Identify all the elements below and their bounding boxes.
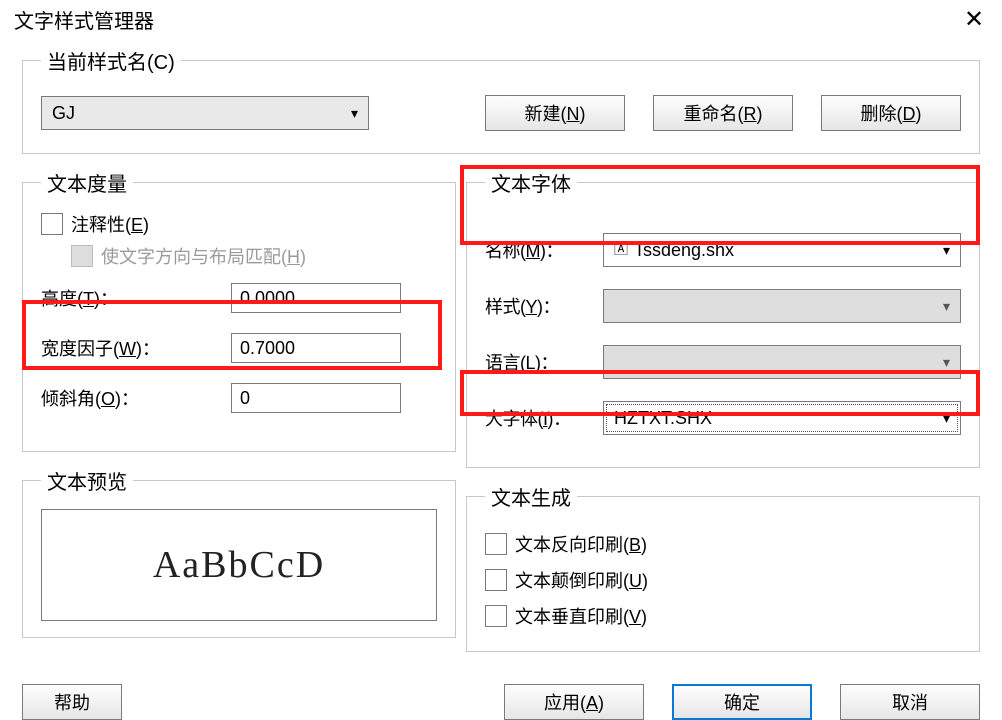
backwards-label: 文本反向印刷(B) — [515, 531, 647, 557]
width-input[interactable]: 0.7000 — [231, 333, 401, 363]
bottom-bar: 帮助 应用(A) 确定 取消 — [22, 684, 980, 720]
new-style-button[interactable]: 新建(N) — [485, 95, 625, 131]
left-column: 文本度量 注释性(E) 使文字方向与布局匹配(H) 高度(T)： 0.0000 — [22, 168, 456, 652]
font-name-row: 名称(M)： 🄰 Tssdeng.shx ▾ — [485, 233, 961, 267]
apply-button[interactable]: 应用(A) — [504, 684, 644, 720]
font-style-select: ▾ — [603, 289, 961, 323]
group-font: 文本字体 名称(M)： 🄰 Tssdeng.shx ▾ 样式(Y)： — [466, 168, 980, 468]
vertical-checkbox[interactable] — [485, 605, 507, 627]
height-input[interactable]: 0.0000 — [231, 283, 401, 313]
cancel-button[interactable]: 取消 — [840, 684, 980, 720]
big-font-label: 大字体(I)： — [485, 405, 603, 431]
height-row: 高度(T)： 0.0000 — [41, 283, 437, 313]
font-lang-select: ▾ — [603, 345, 961, 379]
current-style-select[interactable]: GJ ▾ — [41, 96, 369, 130]
close-icon[interactable]: ✕ — [954, 5, 994, 34]
height-label: 高度(T)： — [41, 285, 231, 311]
legend-current-style: 当前样式名(C) — [41, 46, 181, 75]
vertical-row: 文本垂直印刷(V) — [485, 603, 961, 629]
titlebar: 文字样式管理器 ✕ — [0, 0, 1002, 38]
rename-style-button[interactable]: 重命名(R) — [653, 95, 793, 131]
dialog-window: 文字样式管理器 ✕ 当前样式名(C) GJ ▾ 新建(N) 重命名(R) 删除(… — [0, 0, 1002, 696]
current-style-value: GJ — [52, 103, 75, 124]
font-style-label: 样式(Y)： — [485, 293, 603, 319]
help-button[interactable]: 帮助 — [22, 684, 122, 720]
match-orient-checkbox — [71, 245, 93, 267]
current-style-row: GJ ▾ 新建(N) 重命名(R) 删除(D) — [41, 95, 961, 131]
right-column: 文本字体 名称(M)： 🄰 Tssdeng.shx ▾ 样式(Y)： — [466, 168, 980, 666]
match-orient-row: 使文字方向与布局匹配(H) — [71, 243, 437, 269]
group-preview: 文本预览 AaBbCcD — [22, 466, 456, 638]
chevron-down-icon: ▾ — [943, 410, 950, 427]
big-font-value: HZTXT.SHX — [614, 408, 712, 429]
backwards-checkbox[interactable] — [485, 533, 507, 555]
oblique-input[interactable]: 0 — [231, 383, 401, 413]
match-orient-label: 使文字方向与布局匹配(H) — [101, 243, 306, 269]
oblique-row: 倾斜角(O)： 0 — [41, 383, 437, 413]
middle-columns: 文本度量 注释性(E) 使文字方向与布局匹配(H) 高度(T)： 0.0000 — [22, 168, 980, 666]
annotative-row: 注释性(E) — [41, 211, 437, 237]
legend-font: 文本字体 — [485, 168, 577, 197]
dialog-body: 当前样式名(C) GJ ▾ 新建(N) 重命名(R) 删除(D) — [0, 38, 1002, 720]
font-icon: 🄰 — [614, 239, 628, 259]
oblique-label: 倾斜角(O)： — [41, 385, 231, 411]
chevron-down-icon: ▾ — [943, 242, 950, 259]
chevron-down-icon: ▾ — [943, 298, 950, 315]
upsidedown-checkbox[interactable] — [485, 569, 507, 591]
annotative-label: 注释性(E) — [71, 211, 149, 237]
font-name-select[interactable]: 🄰 Tssdeng.shx ▾ — [603, 233, 961, 267]
legend-measure: 文本度量 — [41, 168, 133, 197]
legend-preview: 文本预览 — [41, 466, 133, 495]
vertical-label: 文本垂直印刷(V) — [515, 603, 647, 629]
font-name-value: Tssdeng.shx — [634, 240, 734, 261]
width-label: 宽度因子(W)： — [41, 335, 231, 361]
big-font-row: 大字体(I)： HZTXT.SHX ▾ — [485, 401, 961, 435]
chevron-down-icon: ▾ — [943, 354, 950, 371]
font-name-label: 名称(M)： — [485, 237, 603, 263]
font-style-row: 样式(Y)： ▾ — [485, 289, 961, 323]
annotative-checkbox[interactable] — [41, 213, 63, 235]
preview-sample: AaBbCcD — [153, 543, 325, 587]
legend-generate: 文本生成 — [485, 482, 577, 511]
backwards-row: 文本反向印刷(B) — [485, 531, 961, 557]
font-lang-row: 语言(L)： ▾ — [485, 345, 961, 379]
width-row: 宽度因子(W)： 0.7000 — [41, 333, 437, 363]
big-font-select[interactable]: HZTXT.SHX ▾ — [603, 401, 961, 435]
group-current-style: 当前样式名(C) GJ ▾ 新建(N) 重命名(R) 删除(D) — [22, 46, 980, 154]
dialog-title: 文字样式管理器 — [14, 5, 154, 34]
ok-button[interactable]: 确定 — [672, 684, 812, 720]
group-measure: 文本度量 注释性(E) 使文字方向与布局匹配(H) 高度(T)： 0.0000 — [22, 168, 456, 452]
group-generate: 文本生成 文本反向印刷(B) 文本颠倒印刷(U) 文本垂直印刷(V) — [466, 482, 980, 652]
preview-box: AaBbCcD — [41, 509, 437, 621]
font-lang-label: 语言(L)： — [485, 349, 603, 375]
chevron-down-icon: ▾ — [351, 105, 358, 122]
upsidedown-label: 文本颠倒印刷(U) — [515, 567, 648, 593]
upsidedown-row: 文本颠倒印刷(U) — [485, 567, 961, 593]
delete-style-button[interactable]: 删除(D) — [821, 95, 961, 131]
